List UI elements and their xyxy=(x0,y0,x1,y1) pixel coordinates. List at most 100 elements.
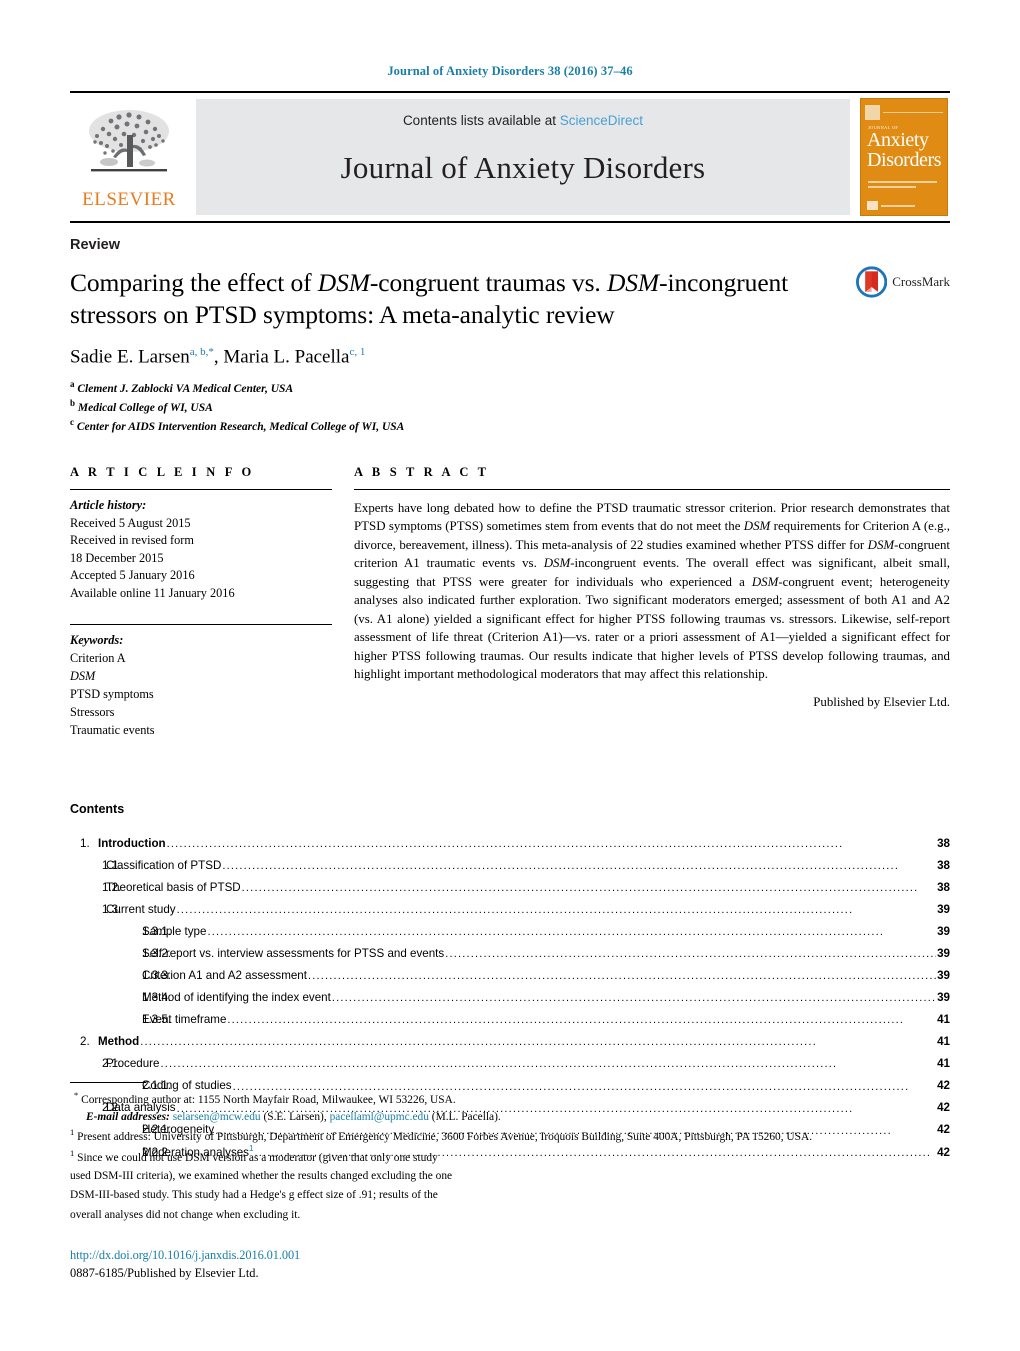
toc-item[interactable]: 2. Method................................… xyxy=(70,1031,950,1053)
affiliation-list: a Clement J. Zablocki VA Medical Center,… xyxy=(70,378,950,435)
footnote-note2-line4: overall analyses did not change when exc… xyxy=(70,1208,301,1221)
journal-banner: Contents lists available at ScienceDirec… xyxy=(196,99,850,215)
author-name-2[interactable]: Maria L. Pacella xyxy=(223,347,349,368)
toc-item-number: 2.1. xyxy=(102,1057,122,1071)
toc-item-number: 1.1. xyxy=(102,859,122,873)
cover-top-bar xyxy=(865,104,943,120)
toc-item-number: 2. xyxy=(80,1035,90,1049)
history-item: Accepted 5 January 2016 xyxy=(70,568,195,583)
crossmark-badge[interactable]: CrossMark xyxy=(856,259,950,305)
crossmark-label: CrossMark xyxy=(892,274,950,289)
toc-item-page: 38 xyxy=(937,881,950,895)
abstract-dsm-1: DSM xyxy=(743,519,771,534)
keyword-item: Traumatic events xyxy=(70,723,155,738)
toc-leader-dots: ........................................… xyxy=(445,948,937,961)
toc-item-number: 1. xyxy=(80,837,90,851)
abstract-publisher-line: Published by Elsevier Ltd. xyxy=(813,694,950,709)
toc-item-page: 38 xyxy=(937,859,950,873)
toc-item[interactable]: 1.3. Current study.......................… xyxy=(70,899,950,921)
elsevier-tree-icon xyxy=(89,110,169,172)
article-history-block: Article history: Received 5 August 2015 … xyxy=(70,490,332,602)
toc-item[interactable]: 1.3.2. Self-report vs. interview assessme… xyxy=(70,943,950,965)
history-item: Available online 11 January 2016 xyxy=(70,585,235,600)
toc-item-label: Self-report vs. interview assessments fo… xyxy=(142,947,445,961)
toc-item-label: Method xyxy=(98,1035,140,1049)
keyword-item: DSM xyxy=(70,669,96,684)
affiliation-marker: c xyxy=(70,416,74,427)
toc-item[interactable]: 1.1. Classification of PTSD..............… xyxy=(70,855,950,877)
toc-leader-dots: ........................................… xyxy=(227,1014,905,1027)
toc-item-page: 39 xyxy=(937,947,950,961)
sciencedirect-link[interactable]: ScienceDirect xyxy=(560,113,643,128)
author-list: Sadie E. Larsena, b,*, Maria L. Pacellac… xyxy=(70,346,950,368)
toc-item[interactable]: 1.2. Theoretical basis of PTSD...........… xyxy=(70,877,950,899)
toc-item[interactable]: 2.1. Procedure...........................… xyxy=(70,1053,950,1075)
history-item: Received in revised form xyxy=(70,533,194,548)
toc-item-page: 39 xyxy=(937,903,950,917)
toc-item-label: Method of identifying the index event xyxy=(142,991,331,1005)
title-seg-1: Comparing the effect of xyxy=(70,268,318,297)
toc-item[interactable]: 1.3.1. Sample type.......................… xyxy=(70,921,950,943)
toc-leader-dots: ........................................… xyxy=(176,904,854,917)
toc-item-label: Introduction xyxy=(98,837,166,851)
footnote-rule xyxy=(70,1082,146,1083)
journal-masthead: ELSEVIER Contents lists available at Sci… xyxy=(70,91,950,223)
keyword-item: PTSD symptoms xyxy=(70,687,154,702)
doi-link[interactable]: http://dx.doi.org/10.1016/j.janxdis.2016… xyxy=(70,1248,950,1263)
toc-leader-dots: ........................................… xyxy=(241,882,919,895)
article-info-column: A R T I C L E I N F O Article history: R… xyxy=(70,465,332,740)
abstract-dsm-4: DSM xyxy=(751,574,779,589)
cover-title: Anxiety Disorders xyxy=(867,130,943,171)
article-history-label: Article history: xyxy=(70,498,147,513)
email-addresses-label: E-mail addresses: xyxy=(86,1111,170,1124)
article-info-heading: A R T I C L E I N F O xyxy=(70,465,255,480)
footnote-emails: E-mail addresses: selarsen@mcw.edu (S.E.… xyxy=(70,1109,950,1126)
journal-title: Journal of Anxiety Disorders xyxy=(340,150,706,185)
history-item: Received 5 August 2015 xyxy=(70,515,191,530)
toc-item-label: Criterion A1 and A2 assessment xyxy=(142,969,307,983)
elsevier-wordmark: ELSEVIER xyxy=(82,189,176,210)
toc-item-number: 1.3.1. xyxy=(142,925,172,939)
running-head: Journal of Anxiety Disorders 38 (2016) 3… xyxy=(387,64,633,78)
footnote-marker-star: * xyxy=(74,1090,79,1100)
toc-item-number: 1.3.2. xyxy=(142,947,172,961)
toc-item[interactable]: 1.3.4. Method of identifying the index ev… xyxy=(70,987,950,1009)
footnote-moderation-note: 1 Since we could not use DSM version as … xyxy=(70,1147,950,1167)
affiliation-item: b Medical College of WI, USA xyxy=(70,397,950,416)
toc-leader-dots: ........................................… xyxy=(160,1058,838,1071)
footnote-present-address-text: Present address: University of Pittsburg… xyxy=(77,1131,813,1144)
toc-item[interactable]: 1.3.3. Criterion A1 and A2 assessment....… xyxy=(70,965,950,987)
affiliation-text: Medical College of WI, USA xyxy=(77,401,213,414)
toc-item-page: 41 xyxy=(937,1035,950,1049)
toc-item-page: 39 xyxy=(937,991,950,1005)
toc-item-page: 38 xyxy=(937,837,950,851)
affiliation-item: a Clement J. Zablocki VA Medical Center,… xyxy=(70,378,950,397)
author-name-1[interactable]: Sadie E. Larsen xyxy=(70,347,190,368)
cover-footer xyxy=(867,201,915,210)
toc-item-page: 41 xyxy=(937,1057,950,1071)
email-link-larsen[interactable]: selarsen@mcw.edu xyxy=(173,1111,261,1123)
toc-item-page: 39 xyxy=(937,969,950,983)
cover-rule xyxy=(883,111,943,113)
toc-item-label: Event timeframe xyxy=(142,1013,227,1027)
email-owner-pacella: (M.L. Pacella). xyxy=(428,1111,501,1124)
cover-image: JOURNAL OF Anxiety Disorders xyxy=(860,98,948,216)
footnote-marker-1: 1 xyxy=(70,1127,75,1138)
cover-placeholder-lines xyxy=(868,181,937,191)
affiliation-item: c Center for AIDS Intervention Research,… xyxy=(70,416,950,435)
email-owner-larsen: (S.E. Larsen), xyxy=(260,1111,327,1124)
abstract-dsm-2: DSM xyxy=(867,537,895,552)
email-link-pacella[interactable]: pacellaml@upmc.edu xyxy=(330,1111,429,1123)
toc-item-number: 1.3.3. xyxy=(142,969,172,983)
article-header: Review Comparing the effect of DSM-congr… xyxy=(70,237,950,435)
toc-item[interactable]: 1. Introduction..........................… xyxy=(70,833,950,855)
elsevier-logo: ELSEVIER xyxy=(70,99,188,215)
toc-item-number: 1.3. xyxy=(102,903,122,917)
keywords-label: Keywords: xyxy=(70,633,124,648)
paper-page: Journal of Anxiety Disorders 38 (2016) 3… xyxy=(0,0,1020,1351)
footnote-marker-2: 1 xyxy=(70,1147,75,1158)
history-item: 18 December 2015 xyxy=(70,550,164,565)
affiliation-marker: a xyxy=(70,378,75,389)
toc-item[interactable]: 1.3.5. Event timeframe...................… xyxy=(70,1009,950,1031)
toc-leader-dots: ........................................… xyxy=(140,1036,817,1049)
